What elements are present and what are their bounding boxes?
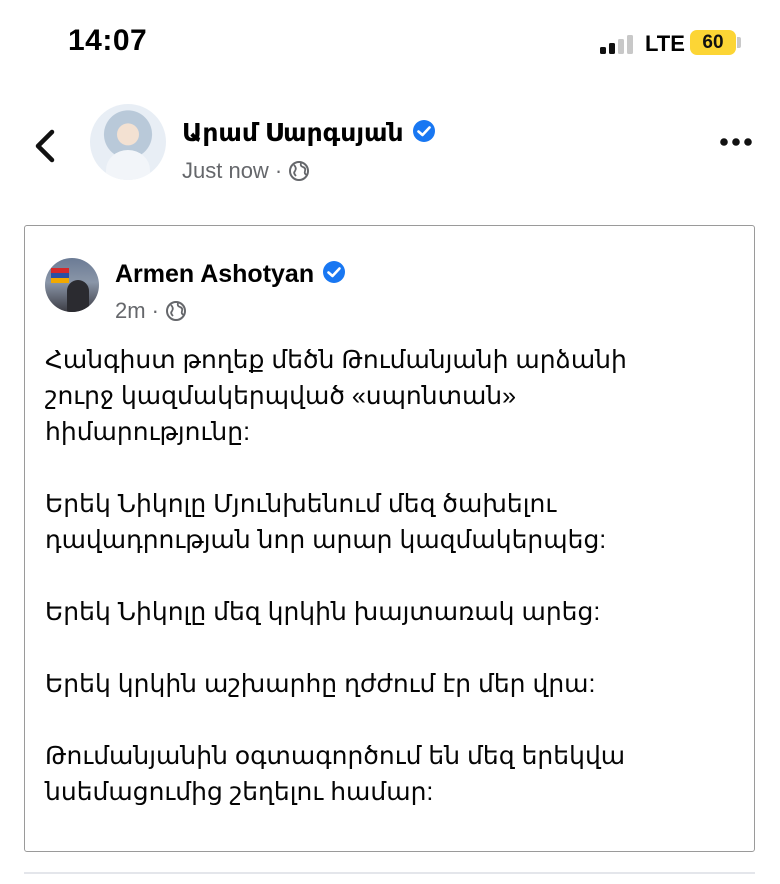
shared-post-time[interactable]: 2m (115, 298, 146, 323)
post-line: նսեմացումից շեղելու համար: (45, 778, 434, 806)
verified-badge-icon (412, 119, 436, 150)
shared-author-avatar[interactable] (45, 258, 99, 312)
post-paragraph: Երեկ կրկին աշխարհը ղժժում էր մեր վրա: (45, 666, 725, 702)
chevron-left-icon (35, 129, 55, 163)
author-name[interactable]: Արամ Սարգսյան (182, 119, 404, 147)
shared-post-card[interactable]: Armen Ashotyan 2m · Հանգիստ թողեք մեծն Թո… (24, 225, 755, 852)
post-line: շուրջ կազմակերպված «սպոնտան» (45, 382, 517, 410)
globe-icon[interactable] (165, 300, 187, 328)
post-line: Երեկ Նիկոլը մեզ կրկին խայտառակ արեց: (45, 598, 601, 626)
author-name-row[interactable]: Արամ Սարգսյան (182, 118, 436, 150)
post-line: Թումանյանին օգտագործում են մեզ երեկվա (45, 742, 626, 770)
post-line: Երեկ կրկին աշխարհը ղժժում էր մեր վրա: (45, 670, 596, 698)
post-time[interactable]: Just now (182, 158, 269, 183)
status-time: 14:07 (68, 24, 148, 57)
post-meta: Just now · (182, 158, 310, 188)
avatar[interactable] (90, 104, 166, 180)
more-options-button[interactable] (716, 132, 756, 152)
battery-cap (737, 37, 741, 48)
globe-icon[interactable] (288, 160, 310, 188)
signal-strength-icon (600, 34, 636, 54)
post-paragraph: Հանգիստ թողեք մեծն Թումանյանի արձանի շու… (45, 342, 725, 450)
shared-post-meta: 2m · (115, 298, 187, 328)
shared-author-row[interactable]: Armen Ashotyan (115, 260, 346, 291)
meta-separator: · (151, 298, 159, 323)
meta-separator: · (274, 158, 283, 183)
post-line: հիմարությունը: (45, 418, 251, 446)
post-line: Երեկ Նիկոլը Մյունխենում մեզ ծախելու (45, 490, 557, 518)
verified-badge-icon (322, 260, 346, 291)
more-dots-icon (720, 138, 752, 146)
divider (24, 872, 755, 874)
status-bar: 14:07 LTE 60 (0, 0, 780, 86)
post-body: Հանգիստ թողեք մեծն Թումանյանի արձանի շու… (45, 342, 725, 846)
shared-author-name[interactable]: Armen Ashotyan (115, 260, 314, 288)
back-button[interactable] (28, 126, 62, 166)
post-paragraph: Երեկ Նիկոլը Մյունխենում մեզ ծախելու դավա… (45, 486, 725, 558)
post-paragraph: Երեկ Նիկոլը մեզ կրկին խայտառակ արեց: (45, 594, 725, 630)
network-label: LTE (645, 31, 685, 56)
post-line: Հանգիստ թողեք մեծն Թումանյանի արձանի (45, 346, 627, 374)
battery-indicator: 60 (690, 30, 736, 55)
post-line: դավադրության նոր արար կազմակերպեց: (45, 526, 607, 554)
post-header: Արամ Սարգսյան Just now · (0, 96, 780, 196)
post-paragraph: Թումանյանին օգտագործում են մեզ երեկվա նս… (45, 738, 725, 810)
